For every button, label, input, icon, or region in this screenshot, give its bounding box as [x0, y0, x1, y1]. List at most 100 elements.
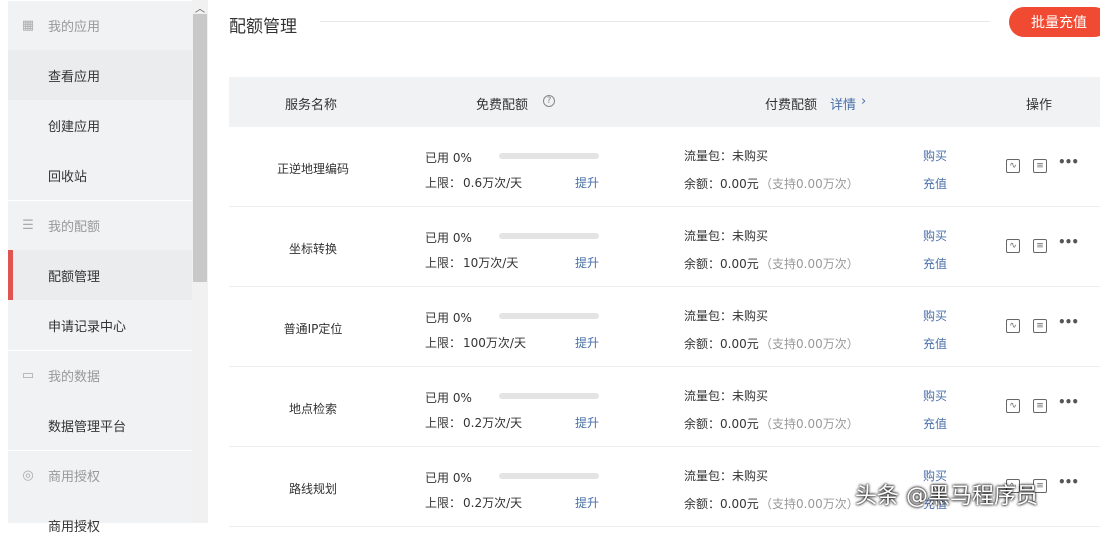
recharge-link[interactable]: 充值 [923, 175, 947, 192]
badge-icon: ◎ [22, 468, 34, 483]
upgrade-link[interactable]: 提升 [575, 334, 599, 351]
limit-value: 0.2万次/天 [463, 416, 523, 430]
traffic-pack: 流量包：未购买 [684, 469, 769, 483]
sidebar-item[interactable]: 创建应用 [8, 100, 192, 150]
more-icon[interactable]: ••• [1058, 315, 1079, 329]
limit-value: 10万次/天 [463, 256, 519, 270]
sidebar-item[interactable]: 回收站 [8, 150, 192, 200]
recharge-link[interactable]: 充值 [923, 415, 947, 432]
sidebar-item-label: 回收站 [48, 169, 88, 185]
usage-bar [499, 233, 599, 239]
limit-label: 上限： [425, 416, 462, 430]
sidebar-item[interactable]: 数据管理平台 [8, 400, 192, 450]
table-row: 正逆地理编码 已用 0% 上限： 0.6万次/天 提升 流量包：未购买 余额：0… [229, 127, 1100, 207]
detail-link[interactable]: 详情 [830, 94, 856, 113]
sidebar-item-label: 查看应用 [48, 69, 101, 85]
header-paid: 付费配额 [765, 98, 818, 113]
sidebar-group[interactable]: ◎ 商用授权 [8, 450, 192, 500]
page-title: 配额管理 [229, 17, 297, 37]
chart-icon[interactable]: ∿ [1006, 319, 1020, 333]
support-note: （支持0.00万次） [760, 257, 859, 271]
table-row: 普通IP定位 已用 0% 上限： 100万次/天 提升 流量包：未购买 余额：0… [229, 287, 1100, 367]
more-icon[interactable]: ••• [1058, 235, 1079, 249]
usage-bar [499, 153, 599, 159]
chart-icon[interactable]: ∿ [1006, 159, 1020, 173]
header-free: 免费配额 [476, 98, 529, 113]
table-row: 坐标转换 已用 0% 上限： 10万次/天 提升 流量包：未购买 余额：0.00… [229, 207, 1100, 287]
header-ops: 操作 [1026, 98, 1053, 113]
support-note: （支持0.00万次） [760, 177, 859, 191]
sidebar-group[interactable]: ▭ 我的数据 [8, 350, 192, 400]
quota-table: 服务名称 免费配额 ? 付费配额 详情 › 操作 正逆地理编码 已用 0% 上限… [229, 77, 1100, 527]
sidebar-item-label: 商用授权 [48, 519, 101, 535]
used-percent: 已用 0% [425, 311, 472, 325]
traffic-pack: 流量包：未购买 [684, 389, 769, 403]
limit-value: 100万次/天 [463, 336, 526, 350]
sidebar-item[interactable]: 配额管理 [8, 250, 192, 300]
service-name: 普通IP定位 [283, 322, 343, 336]
recharge-link[interactable]: 充值 [923, 255, 947, 272]
table-row: 地点检索 已用 0% 上限： 0.2万次/天 提升 流量包：未购买 余额：0.0… [229, 367, 1100, 447]
more-icon[interactable]: ••• [1058, 395, 1079, 409]
buy-link[interactable]: 购买 [923, 387, 947, 404]
divider [320, 21, 990, 22]
sidebar-group-label: 我的应用 [48, 20, 101, 35]
used-percent: 已用 0% [425, 471, 472, 485]
balance: 余额：0.00元 [684, 497, 759, 511]
chevron-right-icon[interactable]: › [861, 94, 866, 109]
sidebar-group[interactable]: ▦ 我的应用 [8, 0, 192, 50]
usage-bar [499, 473, 599, 479]
header-name: 服务名称 [285, 98, 338, 113]
list-icon[interactable]: ≡ [1033, 239, 1047, 253]
limit-label: 上限： [425, 256, 462, 270]
limit-value: 0.2万次/天 [463, 496, 523, 510]
list-icon[interactable]: ≡ [1033, 319, 1047, 333]
sidebar-group-label: 我的配额 [48, 220, 101, 235]
scrollbar[interactable]: ︿ [192, 0, 208, 523]
balance: 余额：0.00元 [684, 257, 759, 271]
limit-label: 上限： [425, 496, 462, 510]
usage-bar [499, 393, 599, 399]
sidebar-item[interactable]: 查看应用 [8, 50, 192, 100]
recharge-link[interactable]: 充值 [923, 335, 947, 352]
buy-link[interactable]: 购买 [923, 147, 947, 164]
buy-link[interactable]: 购买 [923, 227, 947, 244]
sidebar-item-label: 申请记录中心 [48, 319, 127, 335]
used-percent: 已用 0% [425, 151, 472, 165]
service-name: 地点检索 [288, 402, 337, 416]
usage-bar [499, 313, 599, 319]
sidebar-item-label: 数据管理平台 [48, 419, 127, 435]
chart-icon[interactable]: ∿ [1006, 399, 1020, 413]
sidebar-item-label: 创建应用 [48, 119, 101, 135]
upgrade-link[interactable]: 提升 [575, 414, 599, 431]
sidebar-item[interactable]: 申请记录中心 [8, 300, 192, 350]
balance: 余额：0.00元 [684, 417, 759, 431]
traffic-pack: 流量包：未购买 [684, 309, 769, 323]
service-name: 正逆地理编码 [276, 162, 349, 176]
more-icon[interactable]: ••• [1058, 155, 1079, 169]
scroll-thumb[interactable] [193, 14, 207, 282]
more-icon[interactable]: ••• [1058, 475, 1079, 489]
help-icon[interactable]: ? [543, 95, 555, 107]
list-icon[interactable]: ≡ [1033, 399, 1047, 413]
buy-link[interactable]: 购买 [923, 307, 947, 324]
chart-icon[interactable]: ∿ [1006, 239, 1020, 253]
balance: 余额：0.00元 [684, 337, 759, 351]
upgrade-link[interactable]: 提升 [575, 494, 599, 511]
used-percent: 已用 0% [425, 391, 472, 405]
support-note: （支持0.00万次） [760, 497, 859, 511]
upgrade-link[interactable]: 提升 [575, 174, 599, 191]
batch-recharge-button[interactable]: 批量充值 [1009, 7, 1100, 37]
sidebar-group[interactable]: ☰ 我的配额 [8, 200, 192, 250]
traffic-pack: 流量包：未购买 [684, 229, 769, 243]
sidebar: ▦ 我的应用查看应用创建应用回收站 ☰ 我的配额 配额管理申请记录中心 ▭ 我的数据数据管理… [8, 0, 192, 535]
used-percent: 已用 0% [425, 231, 472, 245]
list-icon[interactable]: ≡ [1033, 159, 1047, 173]
grid-icon: ▦ [21, 18, 35, 33]
sidebar-item[interactable]: 商用授权 [8, 500, 192, 550]
service-name: 坐标转换 [288, 242, 337, 256]
support-note: （支持0.00万次） [760, 417, 859, 431]
upgrade-link[interactable]: 提升 [575, 254, 599, 271]
id-card-icon: ▭ [21, 368, 35, 383]
table-header: 服务名称 免费配额 ? 付费配额 详情 › 操作 [229, 77, 1100, 127]
